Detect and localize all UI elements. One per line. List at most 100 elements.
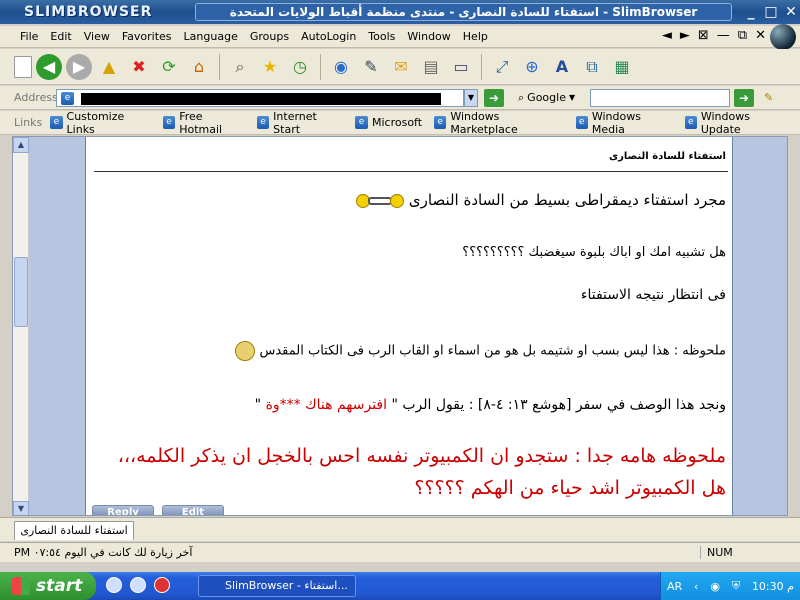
app-brand: SLIMBROWSER xyxy=(24,4,153,20)
post-line-5: ونجد هذا الوصف في سفر [هوشع ١٣: ٤-٨] : ي… xyxy=(254,397,726,413)
doc-restore-button[interactable]: ⧉ xyxy=(738,28,747,43)
menu-edit[interactable]: Edit xyxy=(44,30,77,43)
back-icon[interactable]: ◀ xyxy=(36,53,62,80)
post-line-4: ملحوظه : هذا ليس بسب او شتيمه بل هو من ا… xyxy=(235,341,726,361)
toolbar-separator xyxy=(219,53,220,80)
tray-chevron-icon[interactable]: ‹ xyxy=(694,580,698,593)
link-free-hotmail[interactable]: e Free Hotmail xyxy=(162,110,245,136)
print-icon[interactable]: ▤ xyxy=(418,54,444,80)
page-favicon-icon: e xyxy=(61,91,74,105)
windows-logo-icon xyxy=(12,577,30,595)
edit-button[interactable]: Edit xyxy=(162,505,224,515)
highlight-icon[interactable]: ✎ xyxy=(764,91,773,104)
link-microsoft[interactable]: e Microsoft xyxy=(354,116,422,129)
links-label: Links xyxy=(14,116,43,129)
post-title: استفتاء للسادة النصارى xyxy=(608,151,726,162)
history-icon[interactable]: ◷ xyxy=(287,54,313,80)
quick-launch xyxy=(106,577,170,593)
scroll-up-icon[interactable]: ▲ xyxy=(13,137,29,153)
doc-minimize-button[interactable]: — xyxy=(717,28,730,43)
menu-file[interactable]: File xyxy=(14,30,44,43)
go-button[interactable]: ➜ xyxy=(484,88,504,107)
menu-autologin[interactable]: AutoLogin xyxy=(295,30,362,43)
search-engine-selector[interactable]: ⌕ Google ▼ xyxy=(518,91,590,105)
window-icon[interactable]: ⧉ xyxy=(579,54,605,80)
zoom-icon[interactable]: ⊕ xyxy=(519,54,545,80)
links-bar: Links e Customize Links e Free Hotmail e In… xyxy=(0,110,800,136)
document-tab[interactable]: استفتاء للسادة النصارى xyxy=(14,521,134,540)
divider xyxy=(94,171,728,172)
minimize-button[interactable]: _ xyxy=(742,3,760,21)
new-page-icon[interactable] xyxy=(14,55,32,78)
ie-quicklaunch-icon[interactable] xyxy=(106,577,122,593)
home-icon[interactable]: ⌂ xyxy=(186,54,212,80)
menu-favorites[interactable]: Favorites xyxy=(116,30,178,43)
search-input[interactable] xyxy=(590,88,730,107)
tile-icon[interactable]: ▦ xyxy=(609,54,635,80)
scroll-down-icon[interactable]: ▼ xyxy=(13,501,29,515)
taskbar-window-button[interactable]: SlimBrowser - استفتاء... xyxy=(198,575,356,597)
menu-tools[interactable]: Tools xyxy=(362,30,401,43)
vertical-scrollbar[interactable]: ▲ ▼ xyxy=(13,137,29,515)
shield-icon[interactable]: ⛨ xyxy=(732,579,740,593)
forward-icon[interactable]: ▶ xyxy=(66,53,92,80)
toolbar: ◀ ▶ ▲ ✖ ⟳ ⌂ ⌕ ★ ◷ ◉ ✎ ✉ ▤ ▭ ⤢ ⊕ A ⧉ ▦ xyxy=(0,49,800,85)
favorites-star-icon[interactable]: ★ xyxy=(257,54,283,80)
language-indicator[interactable]: AR xyxy=(667,580,682,593)
menu-window[interactable]: Window xyxy=(401,30,456,43)
close-button[interactable]: ✕ xyxy=(782,3,800,21)
ie-icon: e xyxy=(575,116,588,129)
tray-app-icon[interactable]: ◉ xyxy=(710,580,720,593)
menu-bar: File Edit View Favorites Language Groups… xyxy=(0,24,800,50)
post-note-line-2: هل الكمبيوتر اشد حياء من الهكم ؟؟؟؟؟ xyxy=(414,477,726,499)
clock: 10:30 م xyxy=(751,579,794,593)
font-icon[interactable]: A xyxy=(549,54,575,80)
menu-groups[interactable]: Groups xyxy=(244,30,295,43)
link-windows-media[interactable]: e Windows Media xyxy=(575,110,673,136)
ie-icon: e xyxy=(354,116,368,129)
tools-icon[interactable]: ▭ xyxy=(448,54,474,80)
title-bar: SLIMBROWSER استفتاء للسادة النصارى - منت… xyxy=(0,0,800,24)
ie-icon: e xyxy=(162,116,176,129)
link-windows-update[interactable]: e Windows Update xyxy=(684,110,788,136)
next-tab-button[interactable]: ► xyxy=(680,28,690,43)
globe-icon[interactable]: ◉ xyxy=(328,54,354,80)
opera-quicklaunch-icon[interactable] xyxy=(154,577,170,593)
resize-icon[interactable]: ⤢ xyxy=(489,54,515,80)
browser-quicklaunch-icon[interactable] xyxy=(130,577,146,593)
link-customize-links[interactable]: e Customize Links xyxy=(50,110,151,136)
reply-button[interactable]: Reply xyxy=(92,505,154,515)
menu-view[interactable]: View xyxy=(78,30,116,43)
scared-smiley-icon xyxy=(235,341,256,361)
address-dropdown-icon[interactable]: ▼ xyxy=(464,88,478,107)
maximize-button[interactable]: □ xyxy=(762,3,780,21)
scroll-thumb[interactable] xyxy=(14,257,28,327)
refresh-icon[interactable]: ⟳ xyxy=(156,54,182,80)
search-magnifier-icon: ⌕ xyxy=(518,90,525,104)
mail-icon[interactable]: ✉ xyxy=(388,54,414,80)
link-windows-marketplace[interactable]: e Windows Marketplace xyxy=(434,110,564,136)
menu-language[interactable]: Language xyxy=(178,30,244,43)
tab-nav-controls: ◄ ► ⊠ — ⧉ ✕ xyxy=(662,28,766,43)
menu-help[interactable]: Help xyxy=(457,30,494,43)
document-tab-bar: استفتاء للسادة النصارى xyxy=(0,517,800,541)
address-input[interactable]: e xyxy=(56,88,464,107)
doc-close-button[interactable]: ✕ xyxy=(755,28,766,43)
up-folder-icon[interactable]: ▲ xyxy=(96,54,122,80)
link-internet-start[interactable]: e Internet Start xyxy=(256,110,343,136)
stop-icon[interactable]: ✖ xyxy=(126,54,152,80)
prev-tab-button[interactable]: ◄ xyxy=(662,28,672,43)
chevron-down-icon: ▼ xyxy=(568,93,576,102)
close-all-button[interactable]: ⊠ xyxy=(698,28,709,43)
edit-icon[interactable]: ✎ xyxy=(358,54,384,80)
redacted-url xyxy=(81,92,441,105)
chain-icon xyxy=(368,196,393,205)
page-viewport: ▲ ▼ استفتاء للسادة النصارى مجرد استفتاء … xyxy=(12,136,788,516)
search-icon[interactable]: ⌕ xyxy=(227,54,253,80)
address-bar: Address e ▼ ➜ ⌕ Google ▼ ➜ ✎ xyxy=(0,86,800,110)
search-go-button[interactable]: ➜ xyxy=(734,88,754,107)
start-button[interactable]: start xyxy=(0,572,96,600)
post-line-2: هل تشبيه امك او اباك بلبوة سيغضبك ؟؟؟؟؟؟… xyxy=(462,245,726,260)
address-label: Address xyxy=(14,91,58,104)
forum-post: استفتاء للسادة النصارى مجرد استفتاء ديمق… xyxy=(85,137,733,515)
